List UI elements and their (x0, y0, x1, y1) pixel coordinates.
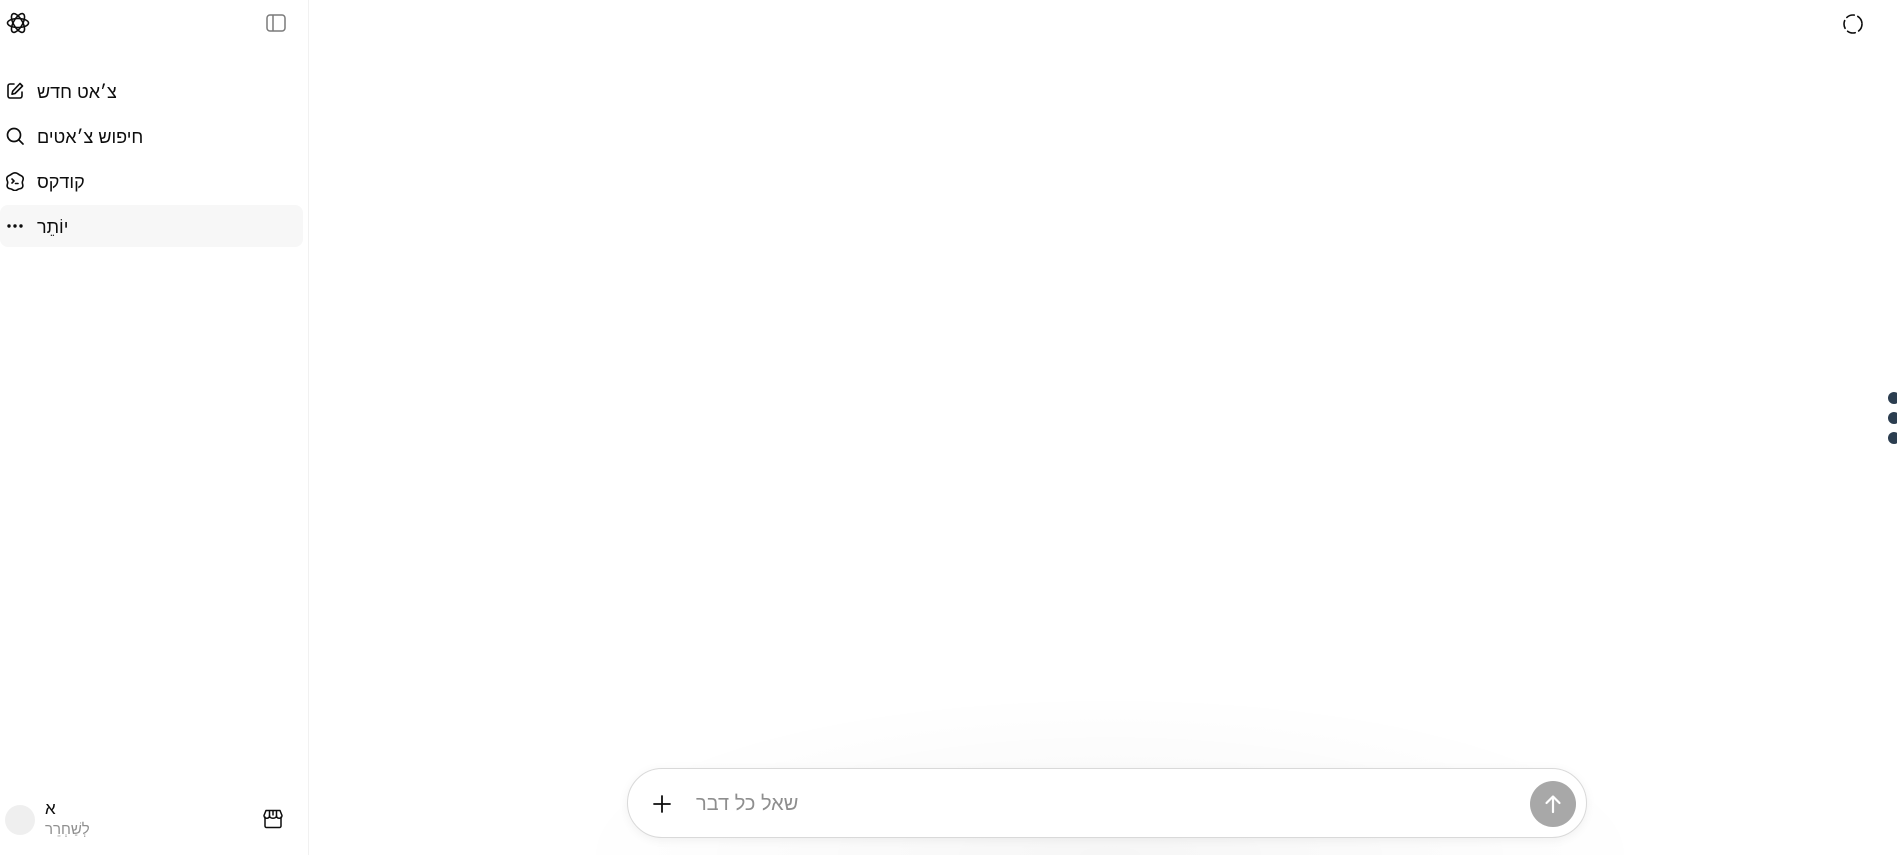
sidebar-item-label: צ׳אט חדש (37, 82, 117, 102)
more-horizontal-icon (5, 216, 25, 236)
sidebar-item-codex[interactable]: קודקס (0, 160, 303, 202)
message-composer (627, 768, 1587, 838)
sidebar-nav: צ׳אט חדש חיפוש צ׳אטים קודקס יוֹתֵר (0, 70, 303, 250)
store-icon[interactable] (261, 807, 285, 831)
sidebar-item-label: יוֹתֵר (37, 217, 69, 237)
search-icon (5, 126, 25, 146)
sidebar-item-search-chats[interactable]: חיפוש צ׳אטים (0, 115, 303, 157)
add-attachment-button[interactable] (650, 792, 674, 816)
vertical-dots-icon[interactable] (1884, 392, 1897, 444)
sidebar-item-label: קודקס (37, 172, 85, 192)
dashed-circle-icon[interactable] (1841, 12, 1865, 36)
sidebar-item-more[interactable]: יוֹתֵר (0, 205, 303, 247)
prompt-input[interactable] (694, 787, 1498, 821)
sidebar-item-label: חיפוש צ׳אטים (37, 127, 144, 147)
user-name: א (45, 799, 56, 818)
user-subtitle: לְשַׁחְרֵר (45, 821, 90, 838)
openai-logo-icon[interactable] (5, 10, 31, 36)
user-profile[interactable]: א לְשַׁחְרֵר (0, 795, 303, 845)
sidebar-toggle-icon[interactable] (265, 12, 287, 34)
send-button[interactable] (1530, 781, 1576, 827)
sidebar-item-new-chat[interactable]: צ׳אט חדש (0, 70, 303, 112)
sidebar: צ׳אט חדש חיפוש צ׳אטים קודקס יוֹתֵר א לְש… (0, 0, 309, 855)
edit-icon (5, 81, 25, 101)
avatar[interactable] (5, 805, 35, 835)
codex-icon (5, 171, 25, 192)
